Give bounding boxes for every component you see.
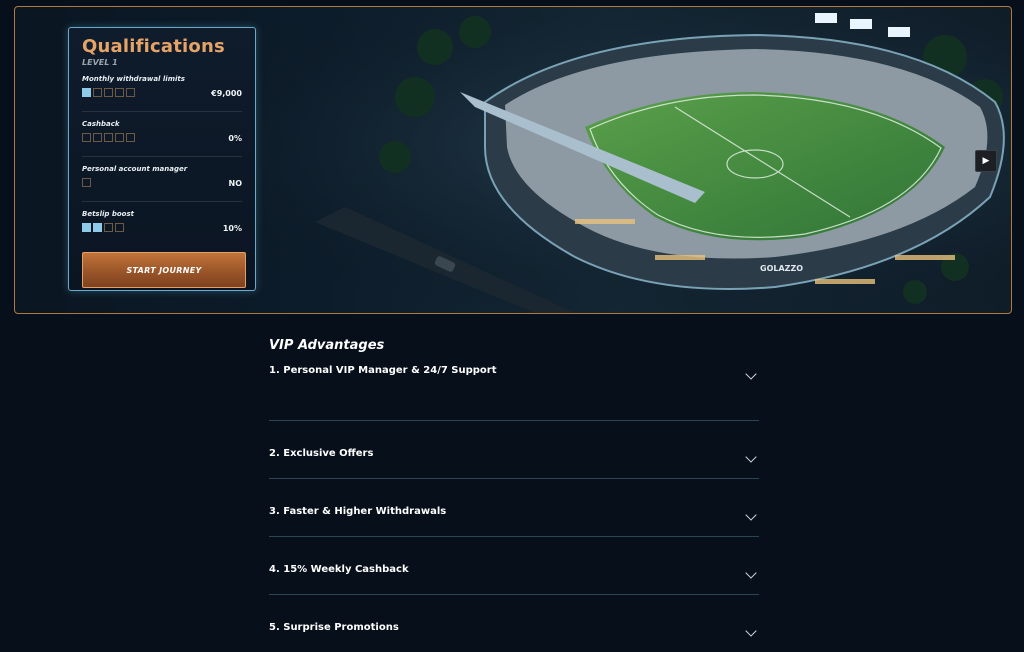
progress-box [115,88,124,97]
progress-boxes [82,223,124,232]
progress-box [126,133,135,142]
progress-boxes [82,133,135,142]
progress-box [126,88,135,97]
next-slide-button[interactable]: ▶ [975,150,997,172]
stadium-sign: GOLAZZO [760,264,803,273]
accordion-item-exclusive-offers[interactable]: 2. Exclusive Offers [269,421,759,479]
level-label: LEVEL 1 [82,58,118,67]
qualification-row-account-manager: Personal account manager NO [82,157,242,202]
progress-box [115,133,124,142]
qualification-value: 0% [228,134,242,143]
progress-boxes [82,88,135,97]
qualification-value: 10% [222,224,242,233]
start-journey-button[interactable]: START JOURNEY [82,252,246,288]
accordion-item-cashback[interactable]: 4. 15% Weekly Cashback [269,537,759,595]
progress-box [82,133,91,142]
accordion-item-vip-manager[interactable]: 1. Personal VIP Manager & 24/7 Support [269,359,759,421]
accordion-label: 4. 15% Weekly Cashback [269,564,409,575]
progress-box [104,133,113,142]
progress-box [104,223,113,232]
progress-boxes [82,178,91,187]
play-arrow-icon: ▶ [982,155,990,166]
progress-box-filled [93,223,102,232]
qualification-row-betslip-boost: Betslip boost 10% [82,202,242,246]
chevron-down-icon[interactable] [745,509,757,521]
chevron-down-icon[interactable] [745,567,757,579]
qualification-value: €9,000 [211,89,242,98]
progress-box [115,223,124,232]
chevron-down-icon[interactable] [745,625,757,637]
vip-advantages-title: VIP Advantages [269,338,385,353]
progress-box-filled [82,223,91,232]
vip-advantages: VIP Advantages 1. Personal VIP Manager &… [269,338,759,652]
qualification-label: Personal account manager [82,165,188,173]
qualification-row-cashback: Cashback 0% [82,112,242,157]
progress-box [93,88,102,97]
accordion-label: 1. Personal VIP Manager & 24/7 Support [269,365,497,376]
progress-box [93,133,102,142]
chevron-down-icon[interactable] [745,368,757,380]
qualification-label: Cashback [82,120,120,128]
accordion-item-withdrawals[interactable]: 3. Faster & Higher Withdrawals [269,479,759,537]
accordion-item-promotions[interactable]: 5. Surprise Promotions [269,595,759,652]
qualification-label: Betslip boost [82,210,134,218]
qualification-row-withdrawal: Monthly withdrawal limits €9,000 [82,67,242,112]
progress-box [82,178,91,187]
progress-box-filled [82,88,91,97]
accordion-label: 2. Exclusive Offers [269,448,374,459]
progress-box [104,88,113,97]
chevron-down-icon[interactable] [745,451,757,463]
qualifications-card: Qualifications LEVEL 1 Monthly withdrawa… [68,27,256,291]
qualification-value: NO [228,179,243,188]
accordion-label: 5. Surprise Promotions [269,622,399,633]
qualifications-title: Qualifications [82,36,225,57]
accordion-label: 3. Faster & Higher Withdrawals [269,506,447,517]
qualification-label: Monthly withdrawal limits [82,75,185,83]
